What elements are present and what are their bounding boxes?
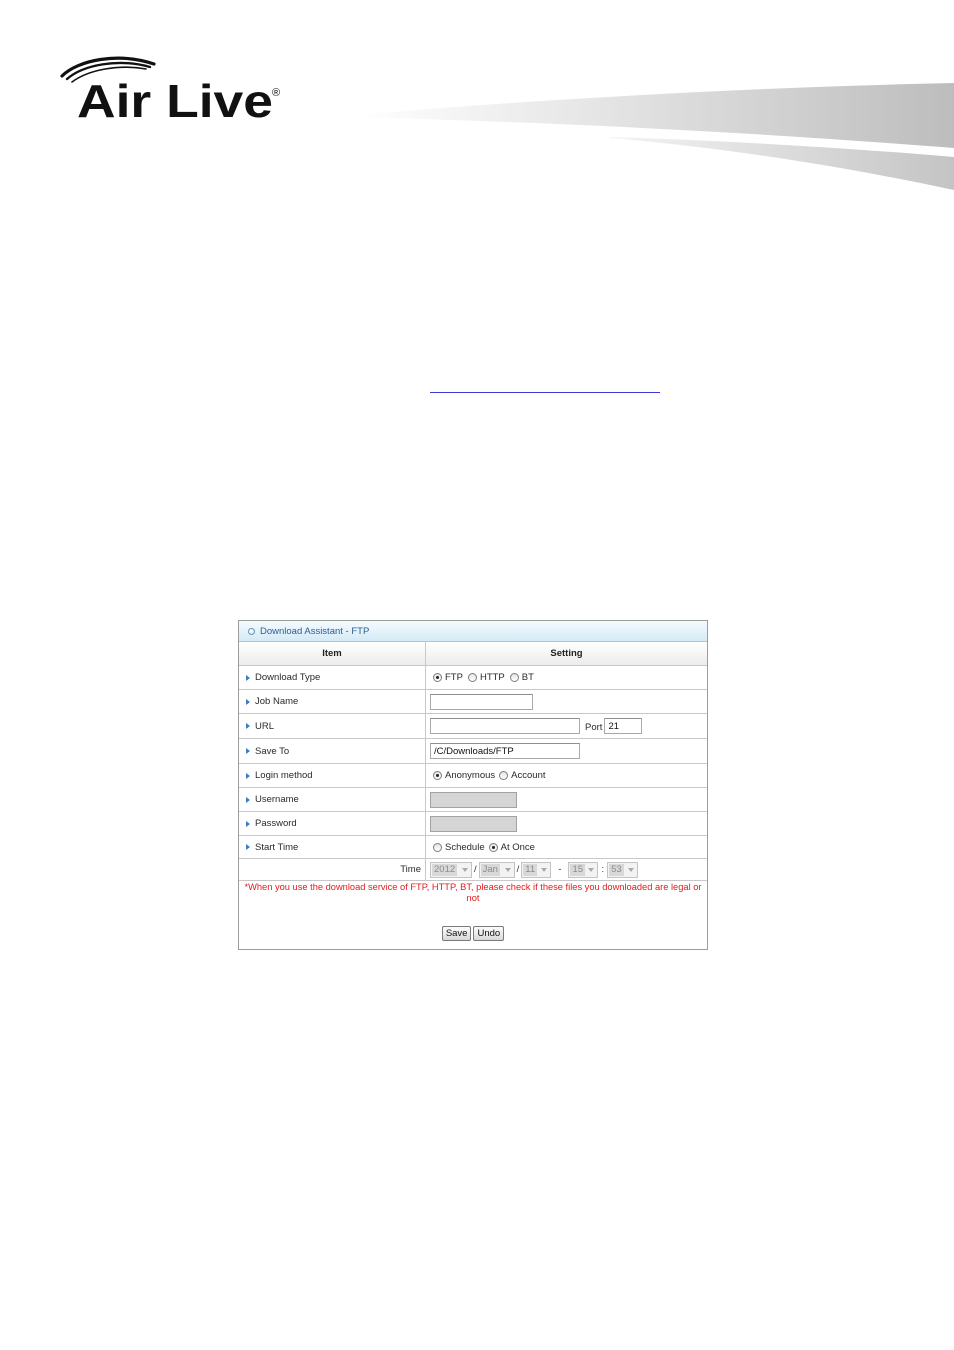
chevron-down-icon [541, 867, 548, 872]
username-label: Username [255, 794, 299, 805]
undo-button[interactable]: Undo [473, 926, 505, 941]
job-name-input[interactable] [430, 693, 533, 710]
time-label: Time [400, 864, 421, 875]
download-assistant-panel: Download Assistant - FTP Item Setting Do… [238, 620, 708, 950]
date-separator: / [474, 864, 477, 875]
radio-option-anonymous[interactable]: Anonymous [430, 770, 495, 781]
month-value: Jan [480, 863, 500, 876]
port-label: Port [585, 722, 603, 733]
radio-label-http: HTTP [479, 672, 505, 683]
day-select[interactable]: 11 [521, 861, 552, 878]
radio-account[interactable] [499, 771, 509, 780]
day-value: 11 [523, 863, 538, 876]
radio-http[interactable] [467, 673, 477, 682]
triangle-right-icon [246, 820, 250, 827]
column-header-setting: Setting [550, 648, 583, 659]
column-header-item: Item [239, 642, 426, 665]
minute-value: 53 [609, 863, 624, 876]
radio-at-once[interactable] [488, 842, 498, 852]
url-input[interactable] [430, 718, 580, 734]
year-select[interactable]: 2012 [430, 861, 472, 878]
radio-anonymous[interactable] [433, 771, 442, 780]
triangle-right-icon [246, 772, 250, 779]
hyperlink-underline[interactable] [430, 392, 660, 393]
username-input[interactable] [430, 791, 517, 808]
year-value: 2012 [432, 863, 458, 876]
date-time-separator: - [558, 864, 562, 875]
row-download-type: Download Type FTP HTTP BT [239, 665, 707, 689]
date-separator: / [516, 864, 520, 875]
start-time-label: Start Time [255, 841, 299, 853]
form-actions: Save Undo [239, 926, 707, 941]
header-wing-graphic [355, 83, 954, 190]
row-job-name: Job Name [239, 689, 707, 713]
radio-option-bt[interactable]: BT [509, 672, 534, 683]
port-input[interactable] [604, 718, 643, 734]
row-start-time: Start Time Schedule At Once [239, 835, 707, 858]
radio-option-http[interactable]: HTTP [467, 672, 505, 683]
legal-warning-note: *When you use the download service of FT… [244, 882, 702, 903]
month-select[interactable]: Jan [478, 861, 515, 878]
save-button[interactable]: Save [441, 926, 472, 941]
triangle-right-icon [246, 698, 250, 705]
triangle-right-icon [246, 748, 250, 754]
table-header-row: Item Setting [239, 642, 707, 665]
save-to-label: Save To [255, 745, 290, 757]
url-label: URL [255, 720, 275, 732]
panel-title: Download Assistant - FTP [260, 625, 370, 637]
wing-upper-band [355, 83, 954, 148]
chevron-down-icon [628, 867, 635, 872]
save-to-input[interactable] [430, 743, 580, 759]
row-password: Password [239, 811, 707, 835]
download-type-label: Download Type [255, 672, 321, 683]
radio-label-schedule: Schedule [445, 841, 485, 853]
radio-label-at-once: At Once [500, 841, 535, 853]
chevron-down-icon [504, 867, 511, 872]
row-login-method: Login method Anonymous Account [239, 763, 707, 787]
minute-select[interactable]: 53 [607, 861, 639, 878]
triangle-right-icon [246, 674, 250, 681]
radio-option-ftp[interactable]: FTP [430, 672, 463, 683]
time-separator: : [601, 864, 605, 875]
radio-ftp[interactable] [433, 673, 442, 682]
row-url: URL Port [239, 713, 707, 738]
logo-registered-mark: ® [272, 87, 280, 99]
radio-option-account[interactable]: Account [499, 770, 546, 781]
password-label: Password [255, 818, 297, 829]
bullet-circle-icon [248, 627, 255, 635]
row-time: Time 2012 / Jan / 11 - 15 : 53 [239, 858, 707, 880]
triangle-right-icon [246, 796, 250, 803]
triangle-right-icon [246, 844, 250, 850]
radio-option-schedule[interactable]: Schedule [430, 842, 485, 853]
login-method-label: Login method [255, 770, 313, 781]
radio-option-at-once[interactable]: At Once [488, 841, 535, 853]
radio-schedule[interactable] [433, 842, 442, 852]
job-name-label: Job Name [255, 696, 299, 707]
airlive-logo: Air Live ® [60, 56, 280, 122]
radio-label-ftp: FTP [445, 672, 463, 683]
radio-bt[interactable] [509, 673, 519, 682]
hour-select[interactable]: 15 [568, 861, 599, 878]
row-divider [239, 880, 707, 881]
triangle-right-icon [246, 723, 250, 729]
chevron-down-icon [462, 867, 468, 872]
radio-label-account: Account [511, 770, 546, 781]
password-input[interactable] [430, 815, 517, 832]
radio-label-anonymous: Anonymous [445, 770, 496, 781]
chevron-down-icon [588, 867, 595, 872]
row-save-to: Save To [239, 738, 707, 763]
panel-header: Download Assistant - FTP [239, 621, 707, 642]
row-username: Username [239, 787, 707, 811]
wing-lower-band [610, 137, 954, 190]
hour-value: 15 [570, 863, 586, 876]
logo-wordmark: Air Live [77, 75, 273, 122]
radio-label-bt: BT [521, 672, 534, 683]
